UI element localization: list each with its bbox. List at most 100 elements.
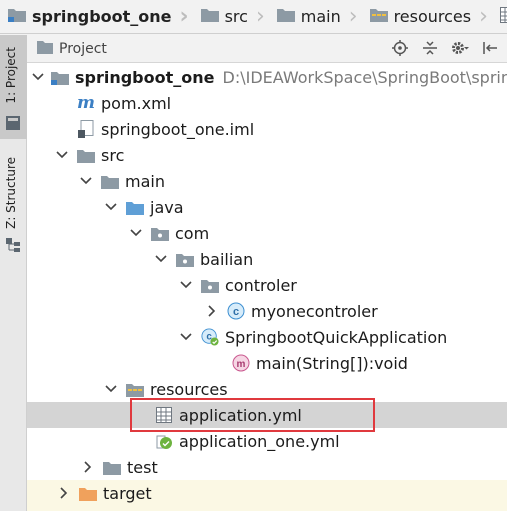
breadcrumb-separator-icon: › bbox=[255, 3, 265, 29]
chevron-down-icon[interactable] bbox=[104, 382, 118, 396]
resources-folder-icon bbox=[126, 380, 144, 398]
chevron-down-icon[interactable] bbox=[31, 70, 45, 84]
tree-item-label: bailian bbox=[200, 249, 254, 269]
tree-item-com[interactable]: com bbox=[27, 220, 507, 246]
settings-icon[interactable] bbox=[451, 39, 469, 57]
folder-icon bbox=[200, 7, 219, 26]
breadcrumb-item-src[interactable]: src › bbox=[193, 0, 269, 33]
tree-item-pom-xml[interactable]: m pom.xml bbox=[27, 90, 507, 116]
tree-item-myonecontroler[interactable]: c myonecontroler bbox=[27, 298, 507, 324]
chevron-down-icon[interactable] bbox=[179, 330, 193, 344]
project-panel-header: Project bbox=[27, 35, 507, 63]
tree-item-springboot-one[interactable]: springboot_one D:\IDEAWorkSpace\SpringBo… bbox=[27, 64, 507, 90]
breadcrumb: springboot_one › src › main › resources … bbox=[0, 0, 507, 34]
svg-text:c: c bbox=[233, 306, 239, 318]
chevron-down-icon[interactable] bbox=[179, 278, 193, 292]
chevron-right-icon[interactable] bbox=[81, 460, 95, 474]
breadcrumb-label: src bbox=[224, 7, 248, 26]
breadcrumb-item-application[interactable]: applica bbox=[492, 0, 507, 33]
breadcrumb-item-resources[interactable]: resources › bbox=[362, 0, 492, 33]
panel-toolbar bbox=[391, 39, 499, 57]
class-icon: c bbox=[227, 302, 245, 320]
tree-item-label: application.yml bbox=[179, 405, 302, 425]
excluded-folder-icon bbox=[79, 484, 97, 502]
tab-project[interactable]: 1: Project bbox=[0, 35, 27, 139]
tree-item-controler[interactable]: controler bbox=[27, 272, 507, 298]
chevron-down-icon[interactable] bbox=[154, 252, 168, 266]
package-icon bbox=[176, 250, 194, 268]
tree-item-label: application_one.yml bbox=[179, 431, 340, 451]
tree-item-label: test bbox=[127, 457, 158, 477]
breadcrumb-separator-icon: › bbox=[179, 3, 189, 29]
project-tree: springboot_one D:\IDEAWorkSpace\SpringBo… bbox=[27, 63, 507, 511]
tree-item-label: resources bbox=[150, 379, 228, 399]
tree-item-label: main bbox=[125, 171, 165, 191]
chevron-right-icon[interactable] bbox=[57, 486, 71, 500]
locate-icon[interactable] bbox=[391, 39, 409, 57]
spring-config-file-icon bbox=[155, 432, 173, 450]
chevron-down-icon[interactable] bbox=[104, 200, 118, 214]
breadcrumb-label: main bbox=[300, 7, 341, 26]
tree-item-label: target bbox=[103, 483, 152, 503]
maven-file-icon: m bbox=[77, 93, 95, 113]
svg-text:m: m bbox=[237, 359, 246, 370]
module-file-icon bbox=[77, 120, 95, 138]
breadcrumb-separator-icon: › bbox=[479, 3, 488, 29]
breadcrumb-item-springboot-one[interactable]: springboot_one › bbox=[0, 0, 193, 33]
chevron-down-icon[interactable] bbox=[129, 226, 143, 240]
tab-project-label: 1: Project bbox=[4, 47, 18, 104]
tool-window-stripe: 1: Project Z: Structure bbox=[0, 35, 27, 511]
package-icon bbox=[201, 276, 219, 294]
tree-item-label: SpringbootQuickApplication bbox=[225, 327, 448, 347]
chevron-down-icon[interactable] bbox=[55, 148, 69, 162]
folder-icon bbox=[77, 146, 95, 164]
chevron-right-icon[interactable] bbox=[205, 304, 219, 318]
breadcrumb-label: springboot_one bbox=[32, 7, 172, 26]
tree-item-application-one-yml[interactable]: application_one.yml bbox=[27, 428, 507, 454]
project-panel-icon bbox=[37, 39, 53, 58]
package-icon bbox=[151, 224, 169, 242]
method-icon: m bbox=[232, 354, 250, 372]
tree-item-label: myonecontroler bbox=[251, 301, 378, 321]
tree-item-iml[interactable]: springboot_one.iml bbox=[27, 116, 507, 142]
tree-item-main[interactable]: main bbox=[27, 168, 507, 194]
folder-icon bbox=[103, 458, 121, 476]
tree-item-label: src bbox=[101, 145, 125, 165]
source-folder-icon bbox=[126, 198, 144, 216]
tree-item-label: java bbox=[150, 197, 184, 217]
project-icon bbox=[6, 115, 20, 134]
structure-icon bbox=[6, 237, 20, 256]
tab-structure[interactable]: Z: Structure bbox=[0, 153, 27, 253]
tree-item-resources[interactable]: resources bbox=[27, 376, 507, 402]
yml-file-icon bbox=[499, 6, 507, 27]
tree-item-label: main(String[]):void bbox=[256, 353, 408, 373]
breadcrumb-separator-icon: › bbox=[348, 3, 358, 29]
tree-item-java[interactable]: java bbox=[27, 194, 507, 220]
tree-item-src[interactable]: src bbox=[27, 142, 507, 168]
tree-item-path: D:\IDEAWorkSpace\SpringBoot\sprin bbox=[222, 67, 507, 87]
collapse-all-icon[interactable] bbox=[421, 39, 439, 57]
spring-boot-class-icon: c bbox=[201, 328, 219, 346]
tree-item-bailian[interactable]: bailian bbox=[27, 246, 507, 272]
tree-item-label: springboot_one bbox=[74, 67, 215, 87]
tree-item-springboot-quick-application[interactable]: c SpringbootQuickApplication bbox=[27, 324, 507, 350]
chevron-down-icon[interactable] bbox=[79, 174, 93, 188]
resources-folder-icon bbox=[369, 7, 388, 26]
tree-empty-row bbox=[27, 506, 507, 511]
tree-item-target[interactable]: target bbox=[27, 480, 507, 506]
panel-title: Project bbox=[59, 40, 107, 57]
yml-file-icon bbox=[155, 406, 173, 424]
hide-panel-icon[interactable] bbox=[481, 39, 499, 57]
tab-structure-label: Z: Structure bbox=[4, 157, 18, 229]
breadcrumb-label: resources bbox=[393, 7, 472, 26]
tree-item-label: com bbox=[175, 223, 210, 243]
tree-item-label: pom.xml bbox=[101, 93, 172, 113]
breadcrumb-item-main[interactable]: main › bbox=[269, 0, 362, 33]
tree-item-application-yml[interactable]: application.yml bbox=[27, 402, 507, 428]
tree-item-label: controler bbox=[225, 275, 297, 295]
tree-item-main-method[interactable]: m main(String[]):void bbox=[27, 350, 507, 376]
tree-item-test[interactable]: test bbox=[27, 454, 507, 480]
folder-icon bbox=[101, 172, 119, 190]
module-folder-icon bbox=[8, 7, 26, 26]
module-folder-icon bbox=[50, 68, 69, 86]
